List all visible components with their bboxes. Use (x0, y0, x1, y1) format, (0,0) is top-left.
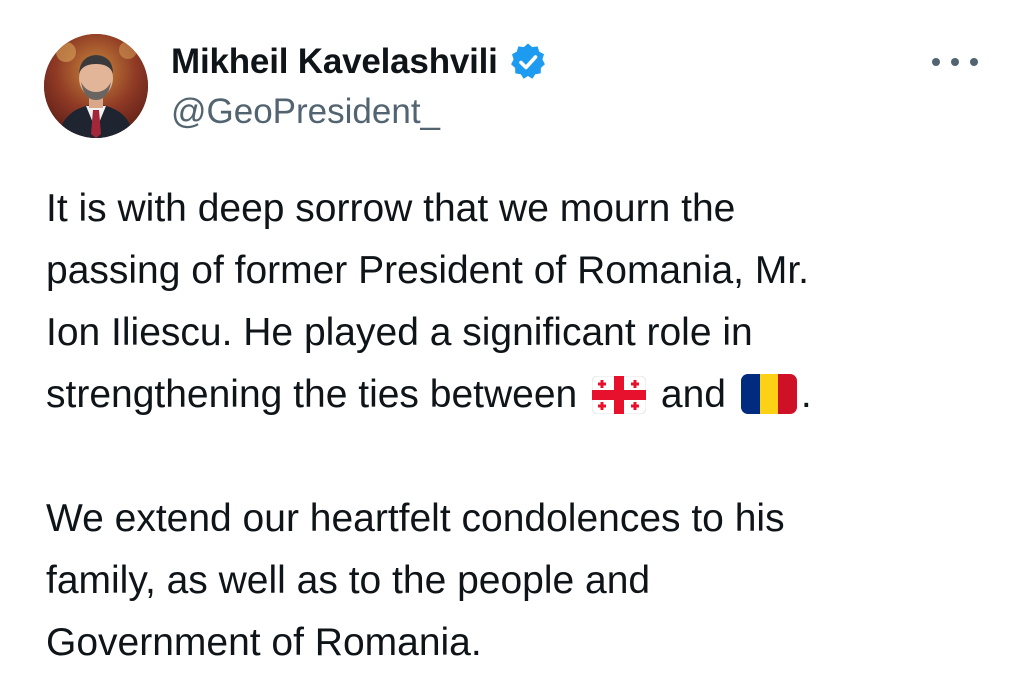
more-dot (970, 58, 978, 66)
profile-photo (44, 34, 148, 138)
tweet-text-segment: and (660, 373, 726, 416)
author-handle[interactable]: @GeoPresident_ (171, 92, 440, 132)
tweet-text: It is with deep sorrow that we mourn the… (46, 178, 1006, 674)
tweet-card: Mikheil Kavelashvili @GeoPresident_ It i… (0, 0, 1024, 678)
tweet-line: passing of former President of Romania, … (46, 249, 809, 292)
tweet-line: It is with deep sorrow that we mourn the (46, 187, 736, 230)
author-avatar[interactable] (44, 34, 148, 138)
more-options-icon[interactable] (932, 50, 978, 74)
author-name-row: Mikheil Kavelashvili (171, 40, 548, 84)
tweet-line-with-flags: strengthening the ties between and . (46, 364, 1006, 426)
tweet-line: family, as well as to the people and (46, 559, 651, 602)
more-dot (951, 58, 959, 66)
tweet-line: Ion Iliescu. He played a significant rol… (46, 311, 753, 354)
georgia-flag-icon (591, 371, 647, 433)
more-dot (932, 58, 940, 66)
tweet-text-segment: strengthening the ties between (46, 373, 578, 416)
author-display-name[interactable]: Mikheil Kavelashvili (171, 42, 498, 82)
romania-flag-icon (740, 371, 797, 433)
tweet-line: We extend our heartfelt condolences to h… (46, 497, 785, 540)
verified-badge-icon[interactable] (508, 42, 548, 82)
tweet-text-segment: . (800, 373, 812, 416)
tweet-line: Government of Romania. (46, 621, 482, 664)
